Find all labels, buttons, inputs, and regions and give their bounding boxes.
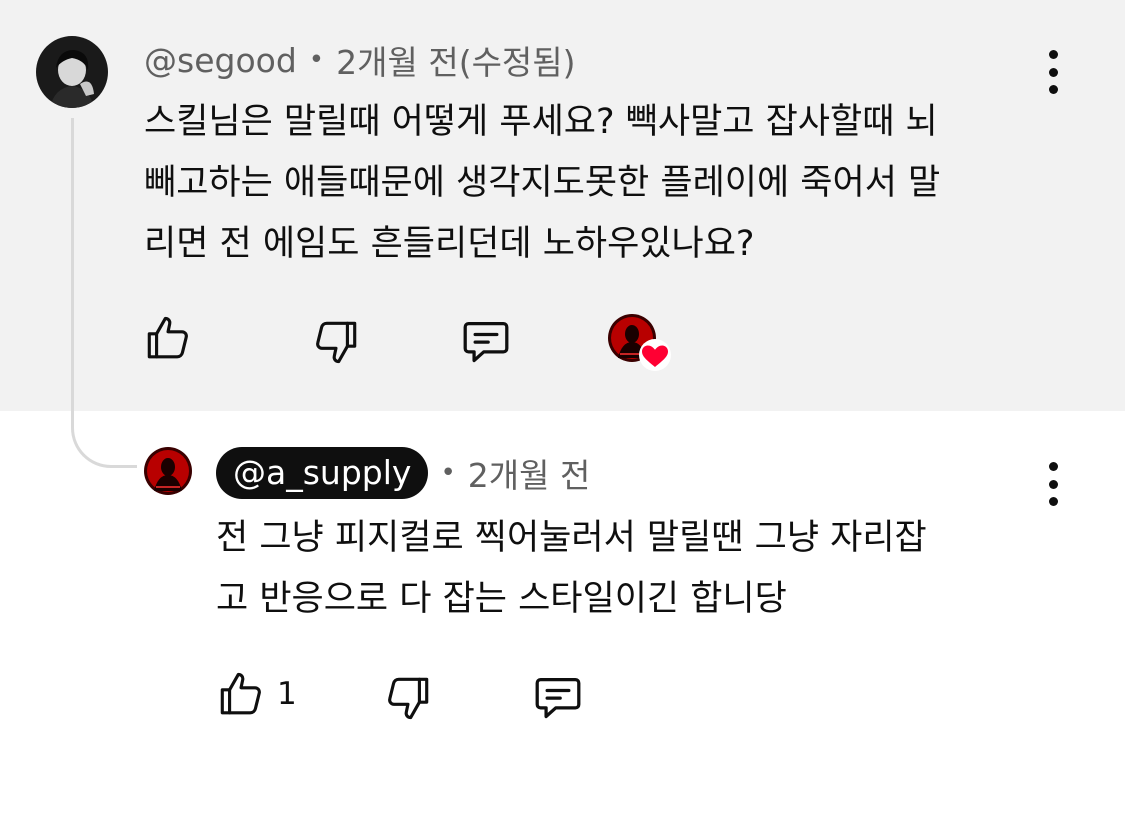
reply-like-button[interactable]: 1 <box>215 669 297 719</box>
reply-comment-icon <box>535 678 581 719</box>
comment-timestamp[interactable]: 2개월 전(수정됨) <box>336 36 575 84</box>
meta-separator: • <box>308 45 325 75</box>
thumbs-up-icon <box>220 672 261 715</box>
reply-comment-icon <box>463 322 509 363</box>
reply-reply-button[interactable] <box>531 671 585 723</box>
thumbs-down-icon <box>316 321 357 364</box>
reply-text: 전 그냥 피지컬로 찍어눌러서 말릴땐 그냥 자리잡 고 반응으로 다 잡는 스… <box>216 518 927 619</box>
like-button[interactable] <box>142 313 204 363</box>
comment-author[interactable]: @segood <box>144 41 297 80</box>
comment-text: 스킬님은 말릴때 어떻게 푸세요? 빽사말고 잡사할때 뇌 빼고하는 애들때문에… <box>144 102 941 264</box>
dislike-button[interactable] <box>312 317 362 367</box>
reply-timestamp[interactable]: 2개월 전 <box>468 449 591 497</box>
heart-icon <box>639 339 671 371</box>
reply-button[interactable] <box>459 315 513 367</box>
reply-author-avatar[interactable] <box>144 447 192 495</box>
thread-connector <box>71 118 137 468</box>
reply-meta: @a_supply • 2개월 전 <box>216 447 590 499</box>
thumbs-up-icon <box>147 316 188 359</box>
more-vert-icon[interactable] <box>1038 462 1068 506</box>
comment-thread: @segood • 2개월 전(수정됨) 스킬님은 말릴때 어떻게 푸세요? 빽… <box>0 0 1125 825</box>
creator-heart-badge[interactable] <box>608 314 672 372</box>
like-count: 1 <box>277 676 297 712</box>
reply-author-badge[interactable]: @a_supply <box>216 447 429 499</box>
meta-separator: • <box>440 458 456 488</box>
comment-meta: @segood • 2개월 전(수정됨) <box>144 40 576 83</box>
commenter-avatar[interactable] <box>36 36 108 108</box>
more-vert-icon[interactable] <box>1038 50 1068 94</box>
thumbs-down-icon <box>388 677 429 720</box>
reply-dislike-button[interactable] <box>384 673 434 723</box>
comment-card: @segood • 2개월 전(수정됨) 스킬님은 말릴때 어떻게 푸세요? 빽… <box>0 0 1125 411</box>
